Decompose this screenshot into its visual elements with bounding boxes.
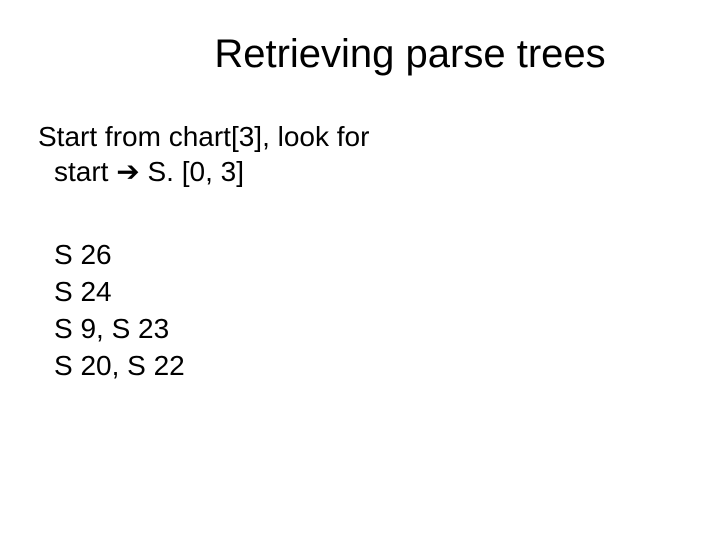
- line2-suffix: S. [0, 3]: [140, 156, 244, 187]
- list-item: S 20, S 22: [54, 348, 720, 383]
- arrow-right-icon: ➔: [116, 156, 139, 187]
- description-line-1: Start from chart[3], look for: [38, 119, 720, 154]
- slide-title: Retrieving parse trees: [0, 32, 720, 77]
- description-line-2: start ➔ S. [0, 3]: [38, 154, 720, 189]
- list-item: S 9, S 23: [54, 311, 720, 346]
- slide: Retrieving parse trees Start from chart[…: [0, 0, 720, 540]
- state-list: S 26 S 24 S 9, S 23 S 20, S 22: [38, 237, 720, 383]
- slide-content: Start from chart[3], look for start ➔ S.…: [0, 119, 720, 383]
- list-item: S 24: [54, 274, 720, 309]
- line2-prefix: start: [54, 156, 116, 187]
- list-item: S 26: [54, 237, 720, 272]
